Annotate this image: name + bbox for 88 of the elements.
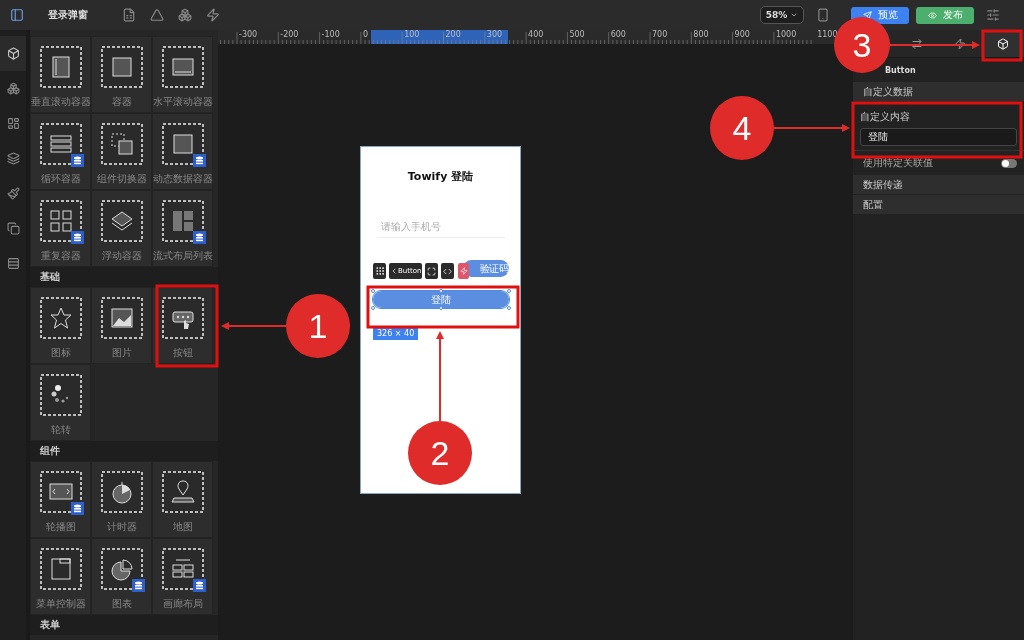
- gallery-icon: [161, 548, 204, 590]
- component-tile[interactable]: 流式布局列表: [152, 190, 213, 267]
- component-tile[interactable]: 水平滚动容器: [152, 36, 213, 113]
- spinner-icon: [39, 374, 82, 416]
- component-tile[interactable]: 轮转: [30, 364, 91, 441]
- timer-icon: [100, 471, 143, 513]
- grid-layout-icon: [161, 200, 204, 242]
- toggle-label: 使用特定关联值: [863, 156, 933, 170]
- component-tile[interactable]: 动态数据容器: [152, 113, 213, 190]
- section-header: 组件: [30, 441, 218, 461]
- bolt-icon[interactable]: [206, 8, 220, 22]
- ruler-label: 0: [362, 30, 368, 39]
- panel-icon[interactable]: [10, 8, 24, 22]
- repeat-container-icon: [39, 200, 82, 242]
- settings-icon[interactable]: [986, 8, 1000, 22]
- image-icon: [100, 297, 143, 339]
- ruler-label: 900: [734, 30, 750, 39]
- ruler-label: 1100: [817, 30, 838, 39]
- zoom-dropdown[interactable]: 58%: [760, 6, 804, 24]
- component-tile[interactable]: 地图: [152, 461, 213, 538]
- send-icon: [862, 10, 872, 20]
- code-icon[interactable]: [441, 263, 455, 279]
- eye-icon: [927, 10, 937, 20]
- map-pin-icon: [161, 471, 204, 513]
- component-tile[interactable]: 轮播图: [30, 461, 91, 538]
- section-header[interactable]: 配置: [853, 195, 1024, 215]
- switcher-icon: [100, 123, 143, 165]
- publish-button[interactable]: 发布: [916, 6, 974, 24]
- section-header: 基础: [30, 267, 218, 287]
- menu-icon: [39, 548, 82, 590]
- section-header[interactable]: 数据传递: [853, 175, 1024, 195]
- component-tile[interactable]: 图片: [91, 287, 152, 364]
- ruler-label: 700: [652, 30, 668, 39]
- container-icon: [100, 46, 143, 88]
- component-tile[interactable]: 图标: [30, 287, 91, 364]
- ruler-label: 400: [528, 30, 544, 39]
- component-tile[interactable]: 垂直滚动容器: [30, 36, 91, 113]
- ruler-label: -100: [321, 30, 340, 39]
- cube-icon[interactable]: [0, 36, 26, 71]
- drag-handle[interactable]: [373, 263, 386, 279]
- component-name: Button: [885, 65, 916, 75]
- pie-chart-icon: [100, 548, 143, 590]
- ruler-label: 100: [404, 30, 420, 39]
- section-header[interactable]: 自定义数据: [853, 82, 1024, 102]
- list-container-icon: [39, 123, 82, 165]
- chevron-down-icon: [790, 11, 799, 19]
- component-tile[interactable]: 组件切换器: [91, 113, 152, 190]
- page-title: 登录弹窗: [48, 8, 88, 22]
- phone-icon[interactable]: [816, 8, 830, 22]
- container-icon: [161, 123, 204, 165]
- carousel-icon: [39, 471, 82, 513]
- ruler-label: 500: [569, 30, 585, 39]
- circles-icon[interactable]: [178, 8, 192, 22]
- component-tile[interactable]: 容器: [91, 36, 152, 113]
- field-label: 自定义内容: [860, 110, 911, 124]
- ruler-label: 300: [486, 30, 503, 39]
- component-tile[interactable]: 循环容器: [30, 113, 91, 190]
- triangle-icon[interactable]: [150, 8, 164, 22]
- component-tile[interactable]: 按钮: [152, 287, 213, 364]
- screen-title: Towify 登陆: [407, 169, 474, 184]
- layers-icon: [100, 200, 143, 242]
- component-tile[interactable]: 重复容器: [30, 190, 91, 267]
- callout-arrow: [221, 322, 287, 330]
- component-tile[interactable]: 菜单控制器: [30, 538, 91, 615]
- component-tile[interactable]: 浮动容器: [91, 190, 152, 267]
- ruler-label: -200: [280, 30, 299, 39]
- login-button[interactable]: 登陆: [372, 291, 509, 308]
- section-header: 表单: [30, 615, 218, 635]
- ruler-label: 600: [610, 30, 626, 39]
- scroll-container-icon: [161, 46, 204, 88]
- callout-number: 4: [710, 96, 774, 160]
- chevron-left-icon: [390, 267, 398, 275]
- button-icon: [161, 297, 204, 339]
- input-field[interactable]: 登陆: [860, 128, 1017, 146]
- scroll-container-icon: [39, 46, 82, 88]
- phone-input[interactable]: 请输入手机号: [376, 220, 505, 238]
- ruler-label: 800: [693, 30, 709, 39]
- fullscreen-icon[interactable]: [425, 263, 439, 279]
- callout-number: 1: [286, 294, 350, 358]
- component-tile[interactable]: 画廊布局: [152, 538, 213, 615]
- document-icon[interactable]: [122, 8, 136, 22]
- ruler-label: 200: [445, 30, 461, 39]
- component-tile[interactable]: 计时器: [91, 461, 152, 538]
- ruler-label: 1000: [775, 30, 797, 39]
- highlight-frame: [981, 29, 1023, 62]
- toggle-switch[interactable]: [1001, 158, 1017, 168]
- component-tile[interactable]: 图表: [91, 538, 152, 615]
- ruler-label: -300: [239, 30, 258, 39]
